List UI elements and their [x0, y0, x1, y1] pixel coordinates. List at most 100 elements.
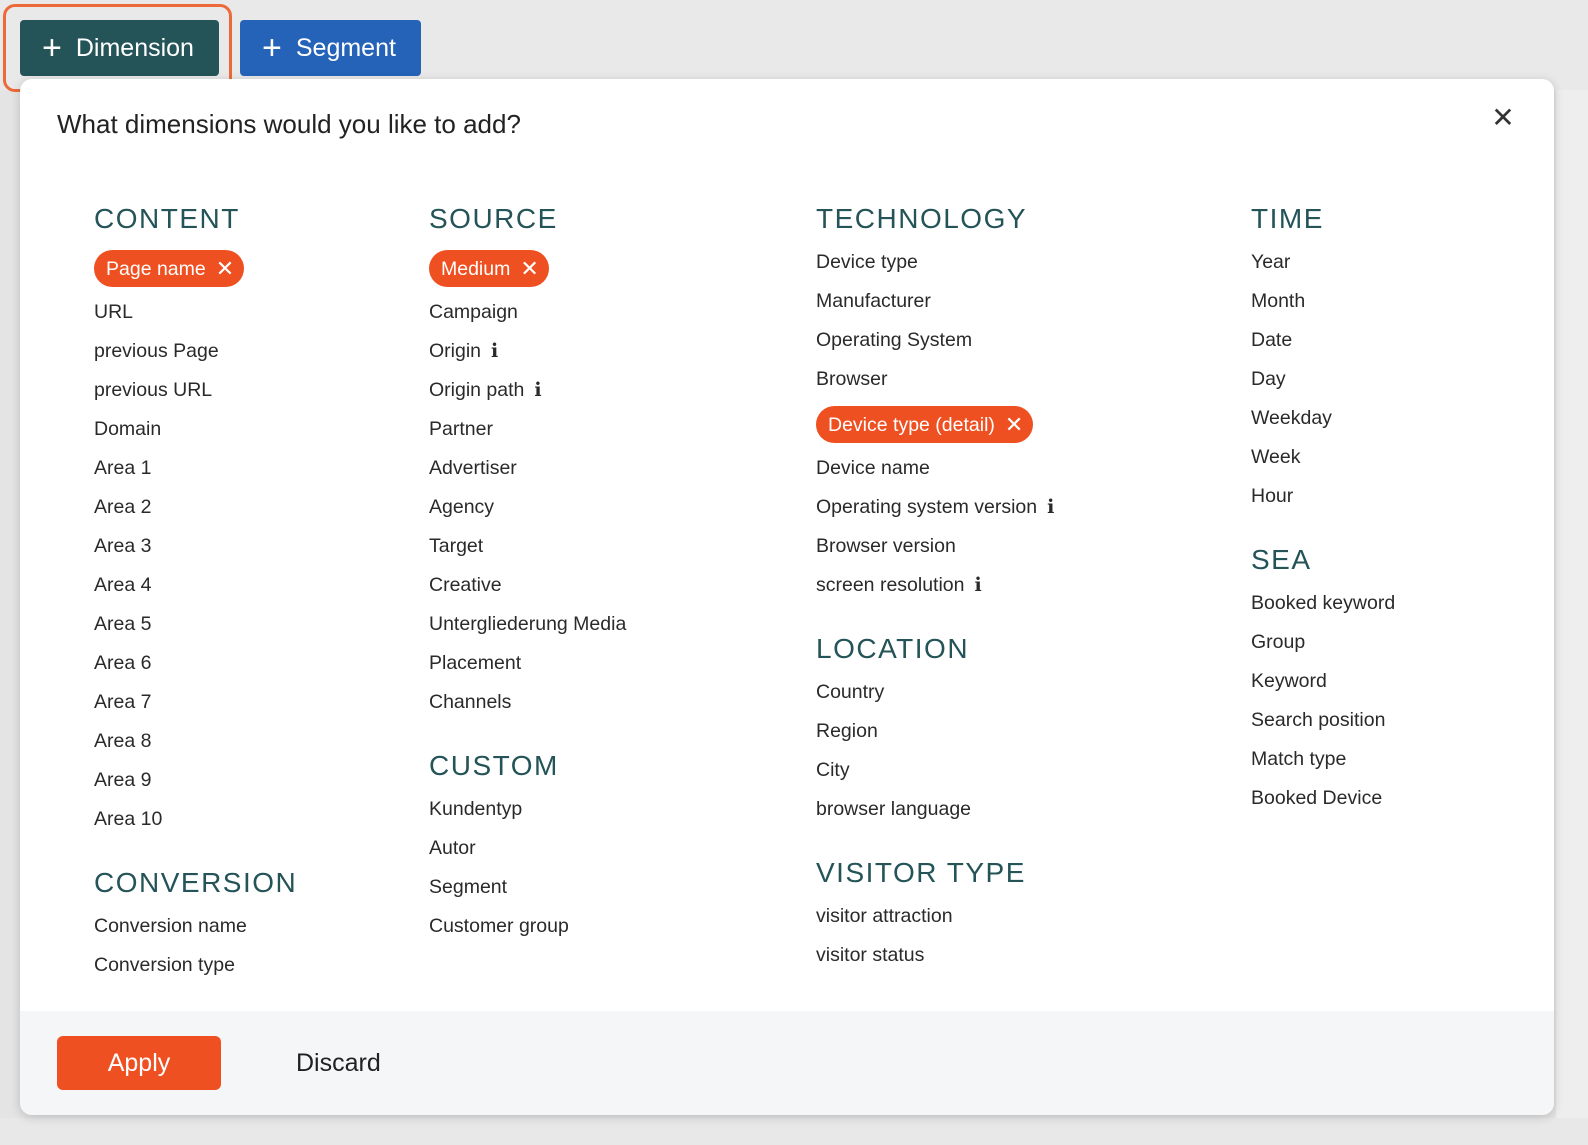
- dimension-item[interactable]: Segment: [429, 868, 626, 907]
- dimension-item[interactable]: Area 8: [94, 722, 297, 761]
- section-title-conversion: CONVERSION: [94, 867, 298, 898]
- dimension-item[interactable]: previous Page: [94, 332, 297, 371]
- section-sea: SEA Booked keyword Group Keyword Search …: [1251, 540, 1395, 818]
- dimension-item[interactable]: Area 1: [94, 449, 297, 488]
- dimension-item[interactable]: City: [816, 751, 1054, 790]
- dimension-item[interactable]: Date: [1251, 321, 1395, 360]
- dimension-item[interactable]: Untergliederung Media: [429, 605, 626, 644]
- plus-icon: +: [262, 29, 282, 67]
- dimension-item[interactable]: Campaign: [429, 293, 626, 332]
- dimension-item-origin[interactable]: Origin i: [429, 332, 626, 371]
- plus-icon: +: [42, 29, 62, 67]
- dimension-item[interactable]: Match type: [1251, 740, 1395, 779]
- add-segment-label: Segment: [295, 33, 396, 62]
- dimension-item[interactable]: Country: [816, 673, 1054, 712]
- dimension-item[interactable]: Month: [1251, 282, 1395, 321]
- dimension-item[interactable]: Operating System: [816, 321, 1054, 360]
- dimension-item[interactable]: Day: [1251, 360, 1395, 399]
- add-segment-button[interactable]: + Segment: [240, 20, 421, 76]
- dimension-item[interactable]: URL: [94, 293, 297, 332]
- dimension-item[interactable]: Browser: [816, 360, 1054, 399]
- dimension-item[interactable]: Device type: [816, 243, 1054, 282]
- dimension-item[interactable]: Region: [816, 712, 1054, 751]
- remove-icon[interactable]: ✕: [1005, 413, 1023, 436]
- selected-dimension-medium[interactable]: Medium ✕: [429, 243, 626, 293]
- chip-label: Medium: [441, 257, 511, 280]
- dimension-item[interactable]: Hour: [1251, 477, 1395, 516]
- section-source: SOURCE Medium ✕ Campaign Origin i Origin …: [429, 199, 626, 722]
- dimension-item[interactable]: Group: [1251, 623, 1395, 662]
- dimension-item[interactable]: Customer group: [429, 907, 626, 946]
- section-custom: CUSTOM Kundentyp Autor Segment Customer …: [429, 746, 626, 946]
- info-icon[interactable]: i: [534, 371, 541, 410]
- dimension-item[interactable]: Advertiser: [429, 449, 626, 488]
- dimension-item[interactable]: Booked Device: [1251, 779, 1395, 818]
- section-location: LOCATION Country Region City browser lan…: [816, 629, 1054, 829]
- info-icon[interactable]: i: [1047, 488, 1054, 527]
- dimension-item[interactable]: Area 3: [94, 527, 297, 566]
- section-title-source: SOURCE: [429, 203, 558, 234]
- dimension-item[interactable]: Area 10: [94, 800, 297, 839]
- info-icon[interactable]: i: [975, 566, 982, 605]
- dimension-item[interactable]: browser language: [816, 790, 1054, 829]
- selected-chip[interactable]: Page name ✕: [94, 250, 245, 288]
- selected-chip[interactable]: Device type (detail) ✕: [816, 406, 1034, 444]
- dimension-item[interactable]: Year: [1251, 243, 1395, 282]
- apply-button[interactable]: Apply: [57, 1036, 221, 1090]
- add-dimension-label: Dimension: [75, 33, 194, 62]
- selected-dimension-device-type-detail[interactable]: Device type (detail) ✕: [816, 399, 1054, 449]
- dimension-item[interactable]: Device name: [816, 449, 1054, 488]
- selected-dimension-page-name[interactable]: Page name ✕: [94, 243, 297, 293]
- dimension-item-os-version[interactable]: Operating system version i: [816, 488, 1054, 527]
- dimension-item[interactable]: Partner: [429, 410, 626, 449]
- dimension-item[interactable]: Area 2: [94, 488, 297, 527]
- dimension-label: Origin path: [429, 379, 525, 401]
- dimension-item[interactable]: visitor status: [816, 936, 1054, 975]
- dimension-item[interactable]: Keyword: [1251, 662, 1395, 701]
- top-toolbar: [0, 0, 1588, 90]
- section-visitor-type: VISITOR TYPE visitor attraction visitor …: [816, 853, 1054, 975]
- section-title-visitor-type: VISITOR TYPE: [816, 857, 1026, 888]
- dialog-footer: Apply Discard: [20, 1011, 1554, 1115]
- dimension-item-screen-resolution[interactable]: screen resolution i: [816, 566, 1054, 605]
- remove-icon[interactable]: ✕: [216, 257, 234, 280]
- column-technology-location-visitor: TECHNOLOGY Device type Manufacturer Oper…: [816, 199, 1054, 999]
- dimension-item[interactable]: Placement: [429, 644, 626, 683]
- dimension-item-origin-path[interactable]: Origin path i: [429, 371, 626, 410]
- chip-label: Page name: [106, 257, 206, 280]
- dimension-item[interactable]: Domain: [94, 410, 297, 449]
- dimension-item[interactable]: Area 7: [94, 683, 297, 722]
- dimension-item[interactable]: Area 5: [94, 605, 297, 644]
- dimension-item[interactable]: Area 6: [94, 644, 297, 683]
- add-dimension-button[interactable]: + Dimension: [20, 20, 219, 76]
- remove-icon[interactable]: ✕: [520, 257, 538, 280]
- dimension-item[interactable]: Creative: [429, 566, 626, 605]
- info-icon[interactable]: i: [491, 332, 498, 371]
- dimension-item[interactable]: Kundentyp: [429, 790, 626, 829]
- column-time-sea: TIME Year Month Date Day Weekday Week Ho…: [1251, 199, 1395, 842]
- discard-button[interactable]: Discard: [296, 1036, 381, 1090]
- dimension-item[interactable]: Weekday: [1251, 399, 1395, 438]
- dimension-item[interactable]: Conversion type: [94, 946, 297, 985]
- dimension-item[interactable]: Week: [1251, 438, 1395, 477]
- dimension-item[interactable]: Channels: [429, 683, 626, 722]
- dimension-label: Origin: [429, 340, 482, 362]
- section-technology: TECHNOLOGY Device type Manufacturer Oper…: [816, 199, 1054, 605]
- selected-chip[interactable]: Medium ✕: [429, 250, 549, 288]
- dimension-item[interactable]: previous URL: [94, 371, 297, 410]
- dimension-item[interactable]: Area 9: [94, 761, 297, 800]
- dimension-item[interactable]: Agency: [429, 488, 626, 527]
- dimension-item[interactable]: Manufacturer: [816, 282, 1054, 321]
- dimension-label: Operating system version: [816, 496, 1038, 518]
- dimension-item[interactable]: Area 4: [94, 566, 297, 605]
- dimension-item[interactable]: Booked keyword: [1251, 584, 1395, 623]
- dimension-item[interactable]: Autor: [429, 829, 626, 868]
- dimension-item[interactable]: Conversion name: [94, 907, 297, 946]
- dimension-item[interactable]: visitor attraction: [816, 897, 1054, 936]
- dimension-item[interactable]: Browser version: [816, 527, 1054, 566]
- close-icon[interactable]: ✕: [1488, 103, 1518, 133]
- section-title-technology: TECHNOLOGY: [816, 203, 1028, 234]
- dimension-label: screen resolution: [816, 574, 965, 596]
- dimension-item[interactable]: Search position: [1251, 701, 1395, 740]
- dimension-item[interactable]: Target: [429, 527, 626, 566]
